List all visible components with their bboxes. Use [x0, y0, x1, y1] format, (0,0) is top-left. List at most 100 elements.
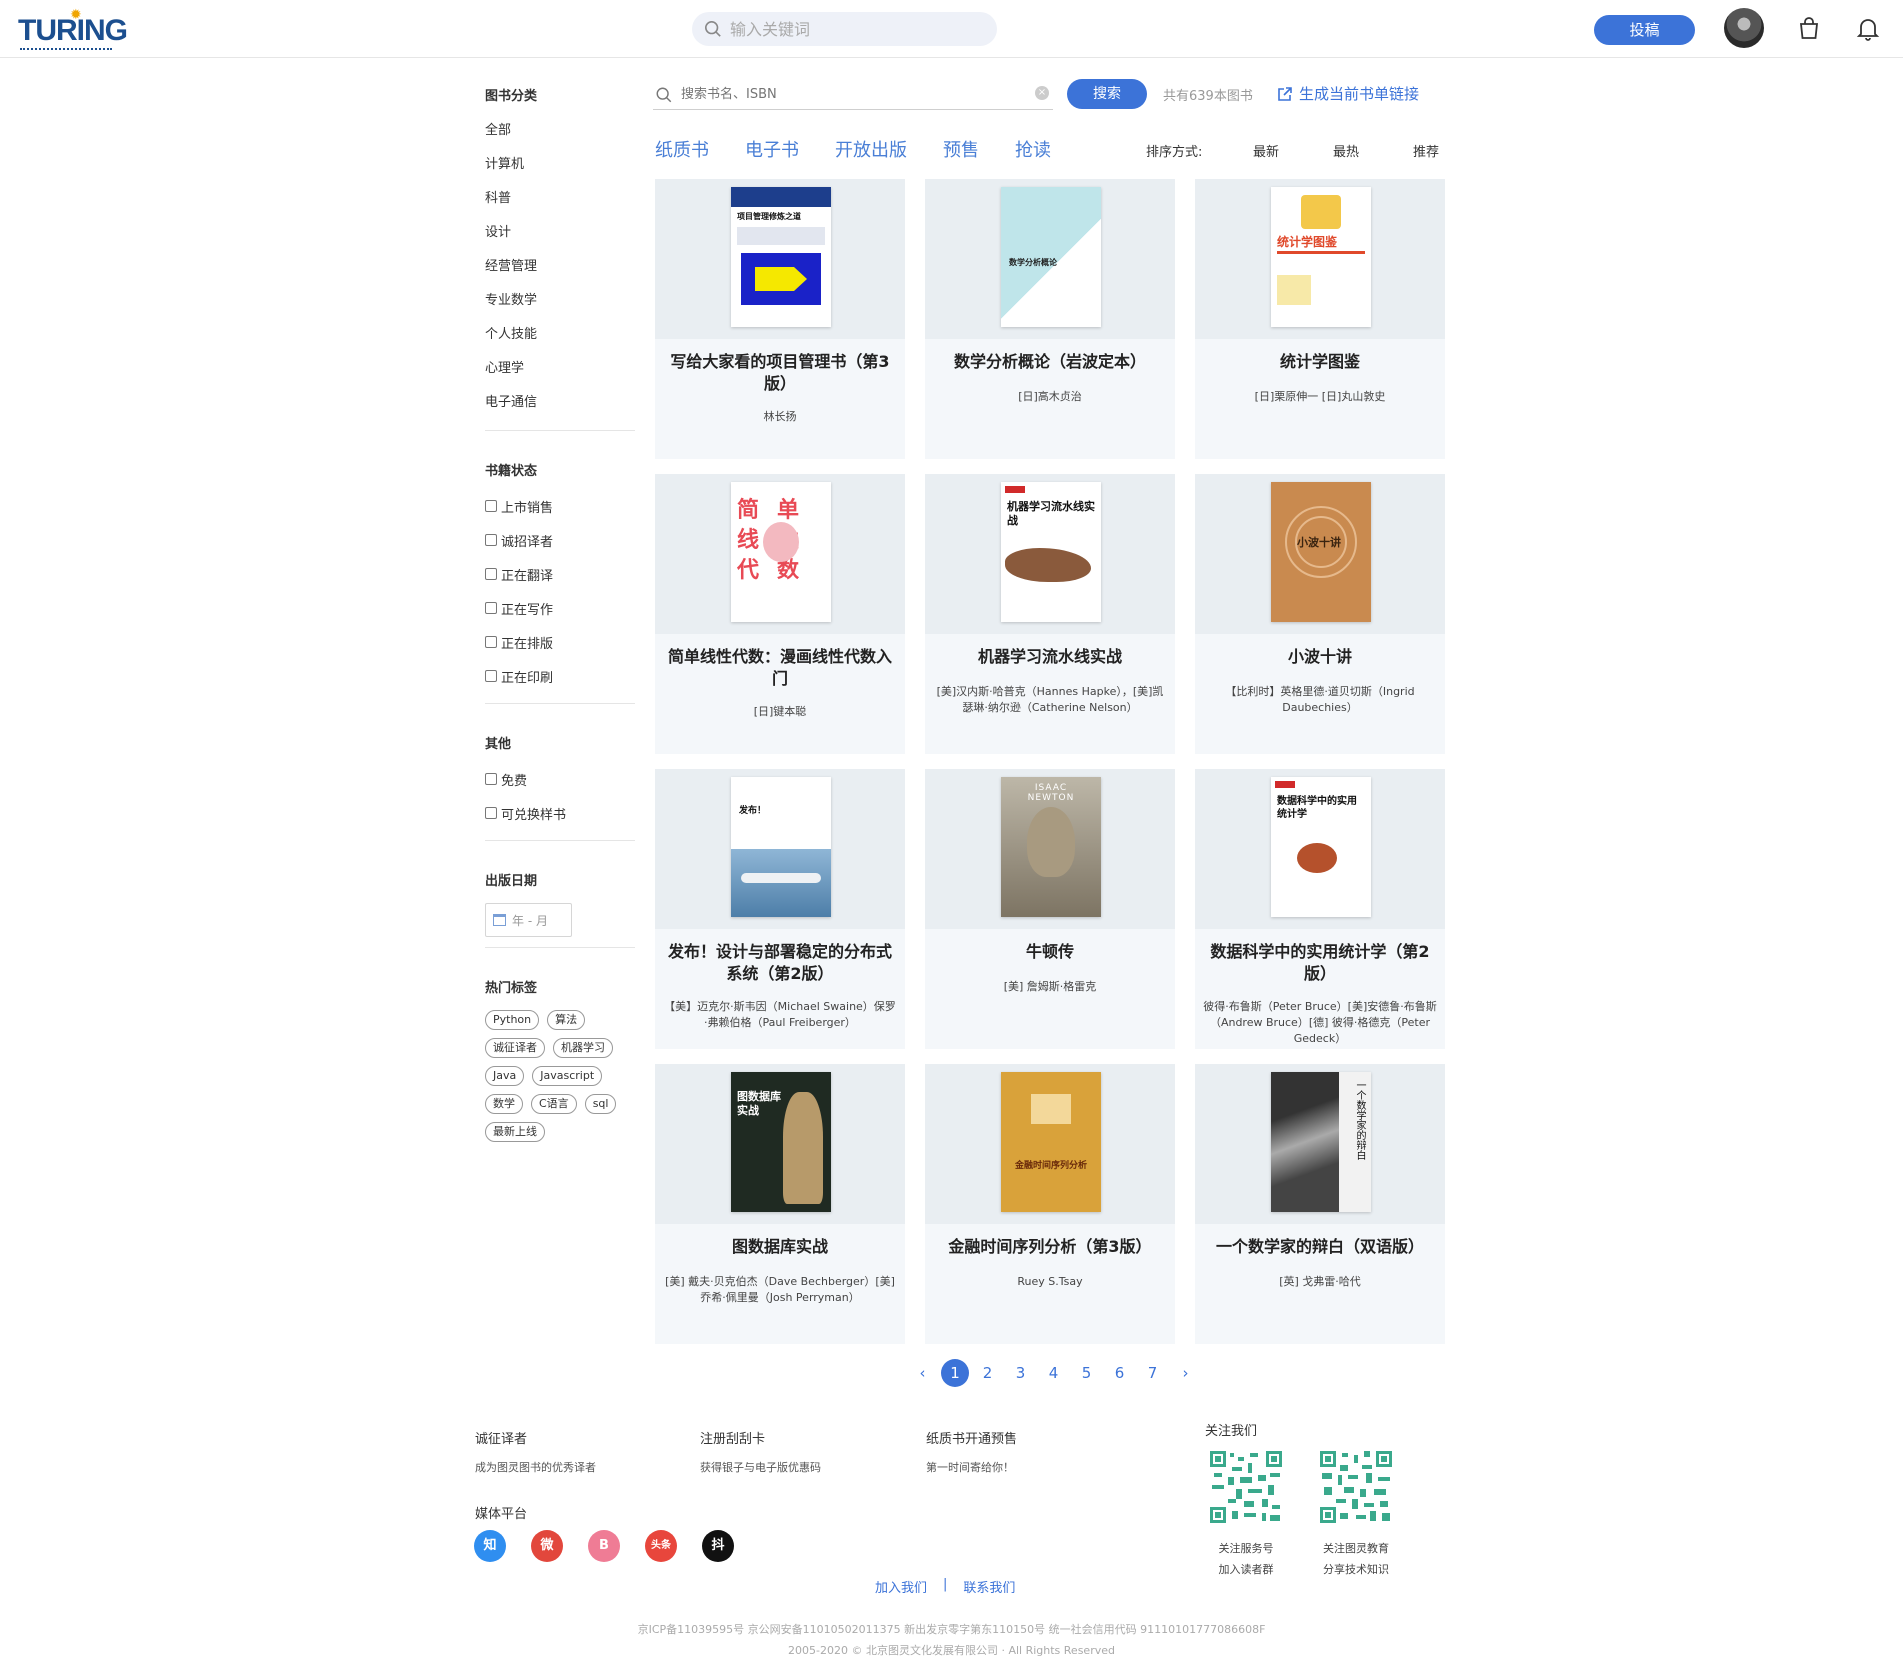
book-cover[interactable]: 一个数学家的辩白 — [1271, 1072, 1371, 1212]
book-card[interactable]: 简单线性代数 简单线性代数：漫画线性代数入门 [日]键本聪 — [655, 474, 905, 754]
category-item[interactable]: 全部 — [485, 114, 635, 148]
page-current[interactable]: 1 — [941, 1359, 969, 1387]
tag-chip[interactable]: 机器学习 — [553, 1038, 613, 1058]
book-card[interactable]: 小波十讲 小波十讲 【比利时】英格里德·道贝切斯（Ingrid Daubechi… — [1195, 474, 1445, 754]
tag-chip[interactable]: Java — [485, 1066, 525, 1086]
tab-paper[interactable]: 纸质书 — [655, 136, 709, 166]
checkbox-box[interactable] — [485, 670, 497, 682]
douyin-icon[interactable]: 抖 — [702, 1530, 734, 1562]
book-card[interactable]: 机器学习流水线实战 机器学习流水线实战 [美]汉内斯·哈普克（Hannes Ha… — [925, 474, 1175, 754]
category-item[interactable]: 个人技能 — [485, 318, 635, 352]
toutiao-icon[interactable]: 头条 — [645, 1530, 677, 1562]
tag-chip[interactable]: 诚征译者 — [485, 1038, 545, 1058]
search-button[interactable]: 搜索 — [1067, 79, 1147, 109]
avatar[interactable] — [1724, 8, 1764, 48]
book-search-input[interactable] — [681, 82, 1021, 106]
book-title[interactable]: 金融时间序列分析（第3版） — [935, 1236, 1165, 1258]
category-item[interactable]: 设计 — [485, 216, 635, 250]
status-checkbox[interactable]: 正在印刷 — [485, 659, 635, 693]
shopping-bag-icon[interactable] — [1796, 15, 1822, 41]
book-cover[interactable]: 项目管理修炼之道 — [731, 187, 831, 327]
page-link[interactable]: 6 — [1103, 1364, 1136, 1382]
book-title[interactable]: 牛顿传 — [935, 941, 1165, 963]
book-card[interactable]: 发布！ 发布！设计与部署稳定的分布式系统（第2版） 【美】迈克尔·斯韦因（Mic… — [655, 769, 905, 1049]
next-page-icon[interactable]: › — [1169, 1364, 1202, 1382]
tab-presale[interactable]: 预售 — [943, 136, 979, 166]
checkbox-box[interactable] — [485, 773, 497, 785]
publish-date-picker[interactable]: 年 - 月 — [485, 903, 572, 937]
submit-manuscript-button[interactable]: 投稿 — [1594, 15, 1695, 45]
page-link[interactable]: 5 — [1070, 1364, 1103, 1382]
book-cover[interactable]: 数据科学中的实用统计学 — [1271, 777, 1371, 917]
tag-chip[interactable]: C语言 — [531, 1094, 577, 1114]
sort-hottest[interactable]: 最热 — [1333, 141, 1413, 160]
book-title[interactable]: 数学分析概论（岩波定本） — [935, 351, 1165, 373]
book-card[interactable]: 数据科学中的实用统计学 数据科学中的实用统计学（第2版） 彼得·布鲁斯（Pete… — [1195, 769, 1445, 1049]
book-cover[interactable]: 统计学图鉴 — [1271, 187, 1371, 327]
status-checkbox[interactable]: 上市销售 — [485, 489, 635, 523]
checkbox-box[interactable] — [485, 534, 497, 546]
book-card[interactable]: 项目管理修炼之道 写给大家看的项目管理书（第3版） 林长扬 — [655, 179, 905, 459]
book-title[interactable]: 数据科学中的实用统计学（第2版） — [1205, 941, 1435, 985]
page-link[interactable]: 4 — [1037, 1364, 1070, 1382]
join-us-link[interactable]: 加入我们 — [875, 1577, 927, 1596]
global-search[interactable] — [692, 12, 997, 46]
book-cover[interactable]: ISAAC NEWTON — [1001, 777, 1101, 917]
page-link[interactable]: 2 — [971, 1364, 1004, 1382]
bell-icon[interactable] — [1855, 15, 1881, 41]
tag-chip[interactable]: Python — [485, 1010, 540, 1030]
status-checkbox[interactable]: 诚招译者 — [485, 523, 635, 557]
generate-list-link[interactable]: 生成当前书单链接 — [1277, 83, 1419, 104]
book-title[interactable]: 发布！设计与部署稳定的分布式系统（第2版） — [665, 941, 895, 985]
book-cover[interactable]: 机器学习流水线实战 — [1001, 482, 1101, 622]
checkbox-box[interactable] — [485, 500, 497, 512]
sort-newest[interactable]: 最新 — [1253, 141, 1333, 160]
book-card[interactable]: 图数据库实战 图数据库实战 [美] 戴夫·贝克伯杰（Dave Bechberge… — [655, 1064, 905, 1344]
clear-icon[interactable]: × — [1035, 86, 1049, 100]
prev-page-icon[interactable]: ‹ — [906, 1364, 939, 1382]
contact-us-link[interactable]: 联系我们 — [963, 1577, 1015, 1596]
tag-chip[interactable]: 数学 — [485, 1094, 523, 1114]
footer-col-title[interactable]: 诚征译者 — [475, 1428, 596, 1447]
bilibili-icon[interactable]: B — [588, 1530, 620, 1562]
book-search[interactable]: × — [653, 80, 1053, 110]
book-title[interactable]: 小波十讲 — [1205, 646, 1435, 668]
book-title[interactable]: 统计学图鉴 — [1205, 351, 1435, 373]
tab-ebook[interactable]: 电子书 — [745, 136, 799, 166]
turing-logo[interactable]: TURING ✹ — [18, 7, 128, 50]
page-link[interactable]: 3 — [1004, 1364, 1037, 1382]
tab-open[interactable]: 开放出版 — [835, 136, 907, 166]
book-cover[interactable]: 小波十讲 — [1271, 482, 1371, 622]
checkbox-box[interactable] — [485, 602, 497, 614]
footer-col-title[interactable]: 注册刮刮卡 — [700, 1428, 821, 1447]
footer-translator[interactable]: 诚征译者 成为图灵图书的优秀译者 — [475, 1428, 596, 1475]
book-cover[interactable]: 发布！ — [731, 777, 831, 917]
tag-chip[interactable]: 最新上线 — [485, 1122, 545, 1142]
category-item[interactable]: 专业数学 — [485, 284, 635, 318]
footer-col-title[interactable]: 纸质书开通预售 — [926, 1428, 1017, 1447]
book-card[interactable]: 数学分析概论 数学分析概论（岩波定本） [日]高木贞治 — [925, 179, 1175, 459]
book-card[interactable]: 金融时间序列分析 金融时间序列分析（第3版） Ruey S.Tsay — [925, 1064, 1175, 1344]
book-card[interactable]: ISAAC NEWTON 牛顿传 [美] 詹姆斯·格雷克 — [925, 769, 1175, 1049]
book-title[interactable]: 写给大家看的项目管理书（第3版） — [665, 351, 895, 395]
checkbox-box[interactable] — [485, 807, 497, 819]
category-item[interactable]: 经营管理 — [485, 250, 635, 284]
book-cover[interactable]: 简单线性代数 — [731, 482, 831, 622]
book-title[interactable]: 图数据库实战 — [665, 1236, 895, 1258]
book-card[interactable]: 统计学图鉴 统计学图鉴 [日]栗原伸一 [日]丸山敦史 — [1195, 179, 1445, 459]
category-item[interactable]: 电子通信 — [485, 386, 635, 420]
tag-chip[interactable]: Javascript — [532, 1066, 603, 1086]
other-checkbox[interactable]: 免费 — [485, 762, 635, 796]
tag-chip[interactable]: 算法 — [547, 1010, 586, 1030]
tab-early-read[interactable]: 抢读 — [1015, 136, 1051, 166]
category-item[interactable]: 心理学 — [485, 352, 635, 386]
category-item[interactable]: 科普 — [485, 182, 635, 216]
book-title[interactable]: 机器学习流水线实战 — [935, 646, 1165, 668]
global-search-input[interactable] — [730, 12, 985, 46]
book-title[interactable]: 简单线性代数：漫画线性代数入门 — [665, 646, 895, 690]
book-cover[interactable]: 图数据库实战 — [731, 1072, 831, 1212]
status-checkbox[interactable]: 正在写作 — [485, 591, 635, 625]
zhihu-icon[interactable]: 知 — [474, 1530, 506, 1562]
book-card[interactable]: 一个数学家的辩白 一个数学家的辩白（双语版） [英] 戈弗雷·哈代 — [1195, 1064, 1445, 1344]
status-checkbox[interactable]: 正在翻译 — [485, 557, 635, 591]
